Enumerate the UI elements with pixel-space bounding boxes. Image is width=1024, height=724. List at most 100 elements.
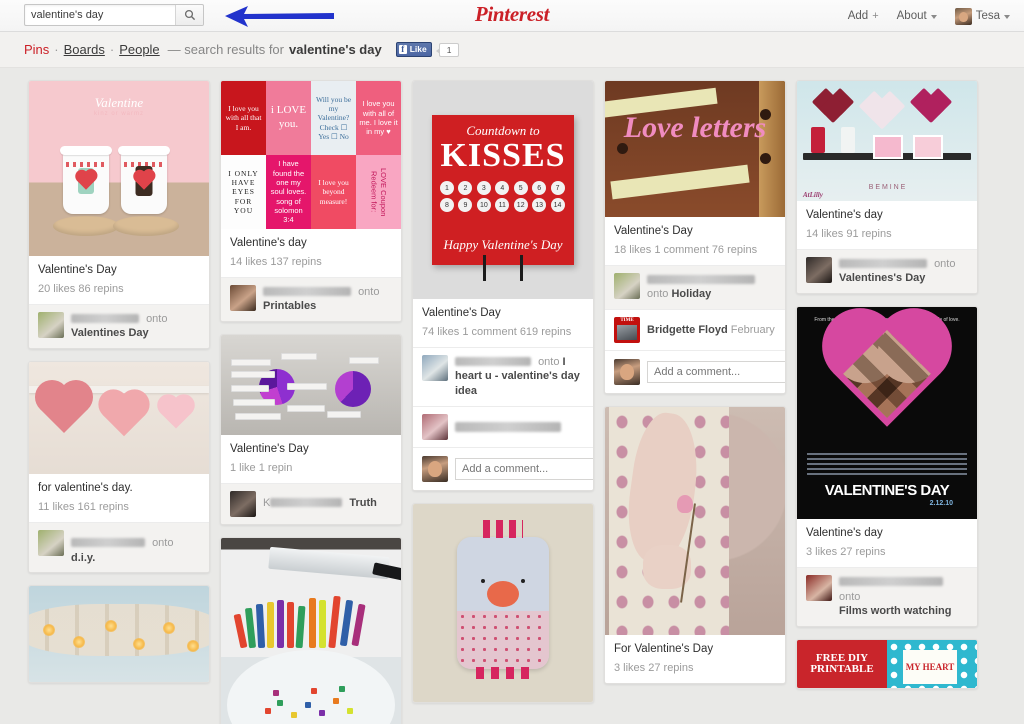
results-query: valentine's day: [289, 42, 382, 57]
kisses-text: KISSES: [440, 137, 566, 174]
user-avatar: [230, 284, 256, 311]
pin-column-2: I love you with all that I am. i LOVE yo…: [220, 80, 402, 724]
pin-image[interactable]: B E M I N E AtLilly: [797, 81, 977, 201]
user-menu[interactable]: Tesa: [954, 7, 1010, 25]
tab-pins[interactable]: Pins: [24, 42, 49, 57]
printable-tile: LOVE Coupon Redeem for:: [356, 155, 401, 229]
pin-image[interactable]: [29, 362, 209, 475]
pin-movie-poster[interactable]: From the director of Pretty Woman comes …: [796, 306, 978, 628]
add-comment-input[interactable]: [647, 361, 785, 384]
pin-title[interactable]: Valentine's Day: [422, 306, 584, 322]
attribution-text: onto Holiday: [647, 273, 759, 303]
pin-title[interactable]: Valentine's Day: [38, 263, 200, 279]
board-name[interactable]: Valentines Day: [71, 327, 149, 339]
tab-boards[interactable]: Boards: [64, 42, 105, 57]
pin-image[interactable]: [29, 586, 209, 683]
pin-comment: Bridgette Floyd February: [605, 309, 785, 351]
board-name[interactable]: Holiday: [671, 288, 711, 300]
facebook-like-count: 1: [435, 42, 460, 57]
pin-image[interactable]: [221, 335, 401, 436]
board-name[interactable]: d.i.y.: [71, 552, 95, 564]
pin-title[interactable]: Valentine's Day: [614, 224, 776, 240]
board-name[interactable]: Truth: [349, 497, 377, 509]
banner-letters: B E M I N E: [868, 183, 906, 191]
movie-title: VALENTINE'S DAY: [824, 482, 950, 500]
pin-stats: 1 like 1 repin: [230, 461, 293, 474]
blue-arrow-annotation: [225, 6, 334, 27]
board-name[interactable]: Films worth watching: [839, 605, 951, 617]
pin-attribution[interactable]: onto Valentines Day: [29, 303, 209, 349]
pin-title[interactable]: Valentine's day: [230, 236, 392, 252]
pin-image[interactable]: [413, 504, 593, 703]
pin-crayons[interactable]: [220, 536, 402, 724]
onto-label: onto: [647, 288, 669, 301]
pin-coffee-cups[interactable]: Valentine kinz or warmz Valentine's Day …: [28, 80, 210, 350]
add-comment-input[interactable]: [455, 458, 593, 481]
pin-rose-dress[interactable]: For Valentine's Day 3 likes 27 repins: [604, 406, 786, 684]
pin-title[interactable]: Valentine's Day: [230, 442, 392, 458]
pin-doily-lights[interactable]: [28, 585, 210, 684]
pin-attribution[interactable]: onto Printables: [221, 276, 401, 322]
pin-attribution[interactable]: onto Holiday: [605, 264, 785, 310]
pin-love-letters[interactable]: Love letters Valentine's Day 18 likes 1 …: [604, 80, 786, 395]
plus-icon: +: [872, 10, 879, 22]
board-name[interactable]: Printables: [263, 300, 316, 312]
pin-image[interactable]: From the director of Pretty Woman comes …: [797, 307, 977, 520]
facebook-like-button[interactable]: f Like: [395, 42, 432, 57]
board-name[interactable]: Valentines's Day: [839, 272, 925, 284]
pin-image[interactable]: FREE DIY PRINTABLE MY HEART: [797, 640, 977, 689]
pin-title[interactable]: Valentine's day: [806, 526, 968, 542]
search-input[interactable]: [25, 5, 175, 25]
pin-attribution[interactable]: onto d.i.y.: [29, 521, 209, 573]
pin-printables[interactable]: I love you with all that I am. i LOVE yo…: [220, 80, 402, 323]
pin-attribution[interactable]: onto I heart u - valentine's day idea: [413, 346, 593, 407]
pin-attribution[interactable]: onto Films worth watching: [797, 566, 977, 627]
user-avatar: [38, 529, 64, 556]
pin-paper-hearts[interactable]: for valentine's day. 11 likes 161 repins…: [28, 361, 210, 574]
pin-free-diy-printable[interactable]: FREE DIY PRINTABLE MY HEART: [796, 639, 978, 690]
about-menu[interactable]: About: [897, 10, 937, 22]
pin-image[interactable]: Countdown to KISSES 1234567 8 9 10 11 12 13 14…: [413, 81, 593, 299]
add-comment-row[interactable]: [413, 447, 593, 491]
comment-date: February: [730, 324, 775, 337]
pin-image[interactable]: Love letters: [605, 81, 785, 217]
onto-label: onto: [839, 590, 861, 603]
pin-grid: Valentine kinz or warmz Valentine's Day …: [0, 68, 1024, 724]
commenter-name[interactable]: Bridgette Floyd: [647, 324, 728, 336]
top-header: Pinterest Add + About Tesa: [0, 0, 1024, 32]
search-box[interactable]: [24, 4, 204, 26]
add-menu[interactable]: Add +: [848, 10, 879, 22]
pin-title[interactable]: For Valentine's Day: [614, 642, 776, 658]
add-comment-row[interactable]: [605, 350, 785, 394]
pin-stats: 3 likes 27 repins: [614, 661, 694, 674]
pin-shelf-decor[interactable]: B E M I N E AtLilly Valentine's day 14 l…: [796, 80, 978, 295]
onto-label: onto: [146, 312, 168, 325]
pin-stats: 14 likes 137 repins: [230, 255, 322, 268]
tab-people[interactable]: People: [119, 42, 159, 57]
countdown-numbers: 1234567 8 9 10 11 12 13 14: [440, 181, 566, 212]
attribution-text: onto Films worth watching: [839, 575, 968, 620]
pin-bird-plush[interactable]: [412, 503, 594, 704]
user-avatar: [38, 311, 64, 338]
pin-image[interactable]: Valentine kinz or warmz: [29, 81, 209, 256]
user-avatar: [614, 272, 640, 299]
pin-title[interactable]: for valentine's day.: [38, 481, 200, 497]
facebook-like-widget[interactable]: f Like 1: [395, 42, 460, 57]
pin-infographic[interactable]: Valentine's Day 1 like 1 repin K Truth: [220, 334, 402, 525]
pin-attribution[interactable]: K Truth: [221, 482, 401, 524]
pin-image[interactable]: [221, 537, 401, 724]
pin-comment: [413, 406, 593, 448]
search-button[interactable]: [175, 5, 203, 25]
onto-label: onto: [358, 285, 380, 298]
pin-stats: 74 likes 1 comment 619 repins: [422, 325, 572, 338]
pin-countdown-kisses[interactable]: Countdown to KISSES 1234567 8 9 10 11 12 13 14…: [412, 80, 594, 492]
pin-title[interactable]: Valentine's day: [806, 208, 968, 224]
pin-stats: 18 likes 1 comment 76 repins: [614, 243, 758, 256]
pinterest-logo[interactable]: Pinterest: [475, 2, 550, 27]
results-label: — search results for: [167, 42, 284, 57]
onto-label: onto: [152, 536, 174, 549]
pin-attribution[interactable]: onto Valentines's Day: [797, 248, 977, 294]
pin-image[interactable]: [605, 407, 785, 636]
pin-image[interactable]: I love you with all that I am. i LOVE yo…: [221, 81, 401, 229]
pin-column-3: Countdown to KISSES 1234567 8 9 10 11 12 13 14…: [412, 80, 594, 724]
